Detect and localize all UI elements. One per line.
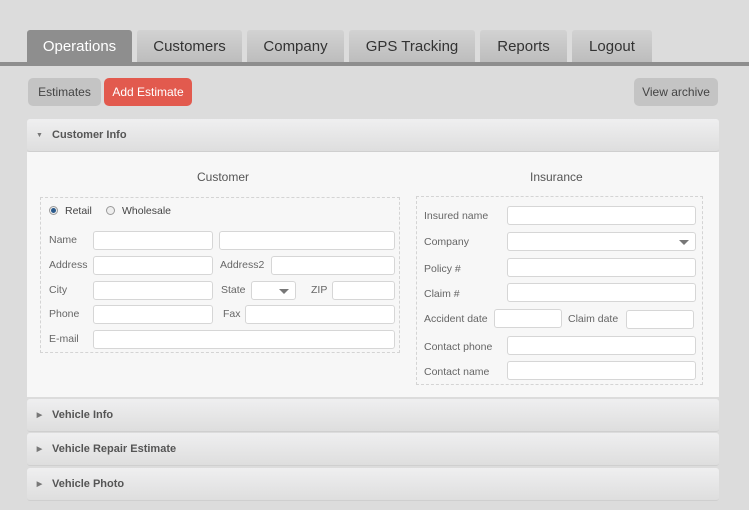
address-input[interactable]: [93, 256, 213, 275]
caret-right-icon: ▶: [36, 481, 43, 488]
address2-input[interactable]: [271, 256, 395, 275]
estimates-button[interactable]: Estimates: [28, 78, 101, 106]
customer-info-body: Customer Insurance Retail Wholesale Name…: [27, 152, 719, 397]
wholesale-radio[interactable]: [106, 206, 115, 215]
retail-radio[interactable]: [49, 206, 58, 215]
panel-header-vehicle-repair-estimate[interactable]: ▶ Vehicle Repair Estimate: [27, 433, 719, 466]
tab-gps-tracking[interactable]: GPS Tracking: [349, 30, 475, 62]
insured-name-input[interactable]: [507, 206, 696, 225]
panel-header-vehicle-info[interactable]: ▶ Vehicle Info: [27, 399, 719, 432]
insured-name-label: Insured name: [424, 210, 489, 222]
first-name-input[interactable]: [93, 231, 213, 250]
insurance-section-title: Insurance: [530, 170, 583, 184]
phone-label: Phone: [49, 308, 80, 320]
city-label: City: [49, 284, 68, 296]
claim-date-input[interactable]: [626, 310, 694, 329]
email-label: E-mail: [49, 333, 79, 345]
chevron-down-icon: [679, 240, 689, 245]
contact-name-label: Contact name: [424, 366, 490, 378]
zip-input[interactable]: [332, 281, 395, 300]
panel-title: Vehicle Photo: [52, 478, 125, 490]
accident-date-label: Accident date: [424, 313, 488, 325]
state-select[interactable]: [251, 281, 296, 300]
panel-title: Vehicle Repair Estimate: [52, 443, 177, 455]
add-estimate-button[interactable]: Add Estimate: [104, 78, 192, 106]
city-input[interactable]: [93, 281, 213, 300]
main-nav: Operations Customers Company GPS Trackin…: [0, 0, 749, 66]
contact-phone-input[interactable]: [507, 336, 696, 355]
chevron-down-icon: [279, 289, 289, 294]
tab-operations[interactable]: Operations: [27, 30, 132, 62]
claim-date-label: Claim date: [568, 313, 619, 325]
customer-fieldset: Retail Wholesale Name Address Address2 C…: [40, 197, 400, 353]
zip-label: ZIP: [311, 284, 328, 296]
claim-input[interactable]: [507, 283, 696, 302]
customer-section-title: Customer: [197, 170, 250, 184]
panel-header-vehicle-photo[interactable]: ▶ Vehicle Photo: [27, 468, 719, 501]
contact-name-input[interactable]: [507, 361, 696, 380]
company-label: Company: [424, 236, 469, 248]
panel-title: Customer Info: [52, 129, 127, 141]
tab-logout[interactable]: Logout: [572, 30, 652, 62]
tab-reports[interactable]: Reports: [480, 30, 567, 62]
state-label: State: [221, 284, 246, 296]
nav-divider: [0, 62, 749, 66]
tab-company[interactable]: Company: [247, 30, 344, 62]
panel-header-customer-info[interactable]: ▼ Customer Info: [27, 119, 719, 152]
phone-input[interactable]: [93, 305, 213, 324]
insurance-fieldset: Insured name Company Policy # Claim # Ac…: [416, 196, 703, 385]
fax-input[interactable]: [245, 305, 395, 324]
claim-label: Claim #: [424, 288, 460, 300]
company-select[interactable]: [507, 232, 696, 251]
last-name-input[interactable]: [219, 231, 395, 250]
address2-label: Address2: [220, 259, 265, 271]
email-input[interactable]: [93, 330, 395, 349]
caret-down-icon: ▼: [36, 131, 43, 139]
panel-title: Vehicle Info: [52, 409, 114, 421]
caret-right-icon: ▶: [36, 412, 43, 419]
wholesale-label: Wholesale: [122, 205, 172, 217]
tab-customers[interactable]: Customers: [137, 30, 242, 62]
view-archive-button[interactable]: View archive: [634, 78, 718, 106]
name-label: Name: [49, 234, 78, 246]
contact-phone-label: Contact phone: [424, 341, 493, 353]
caret-right-icon: ▶: [36, 446, 43, 453]
fax-label: Fax: [223, 308, 241, 320]
policy-label: Policy #: [424, 263, 461, 275]
retail-label: Retail: [65, 205, 92, 217]
accident-date-input[interactable]: [494, 309, 562, 328]
policy-input[interactable]: [507, 258, 696, 277]
address-label: Address: [49, 259, 88, 271]
